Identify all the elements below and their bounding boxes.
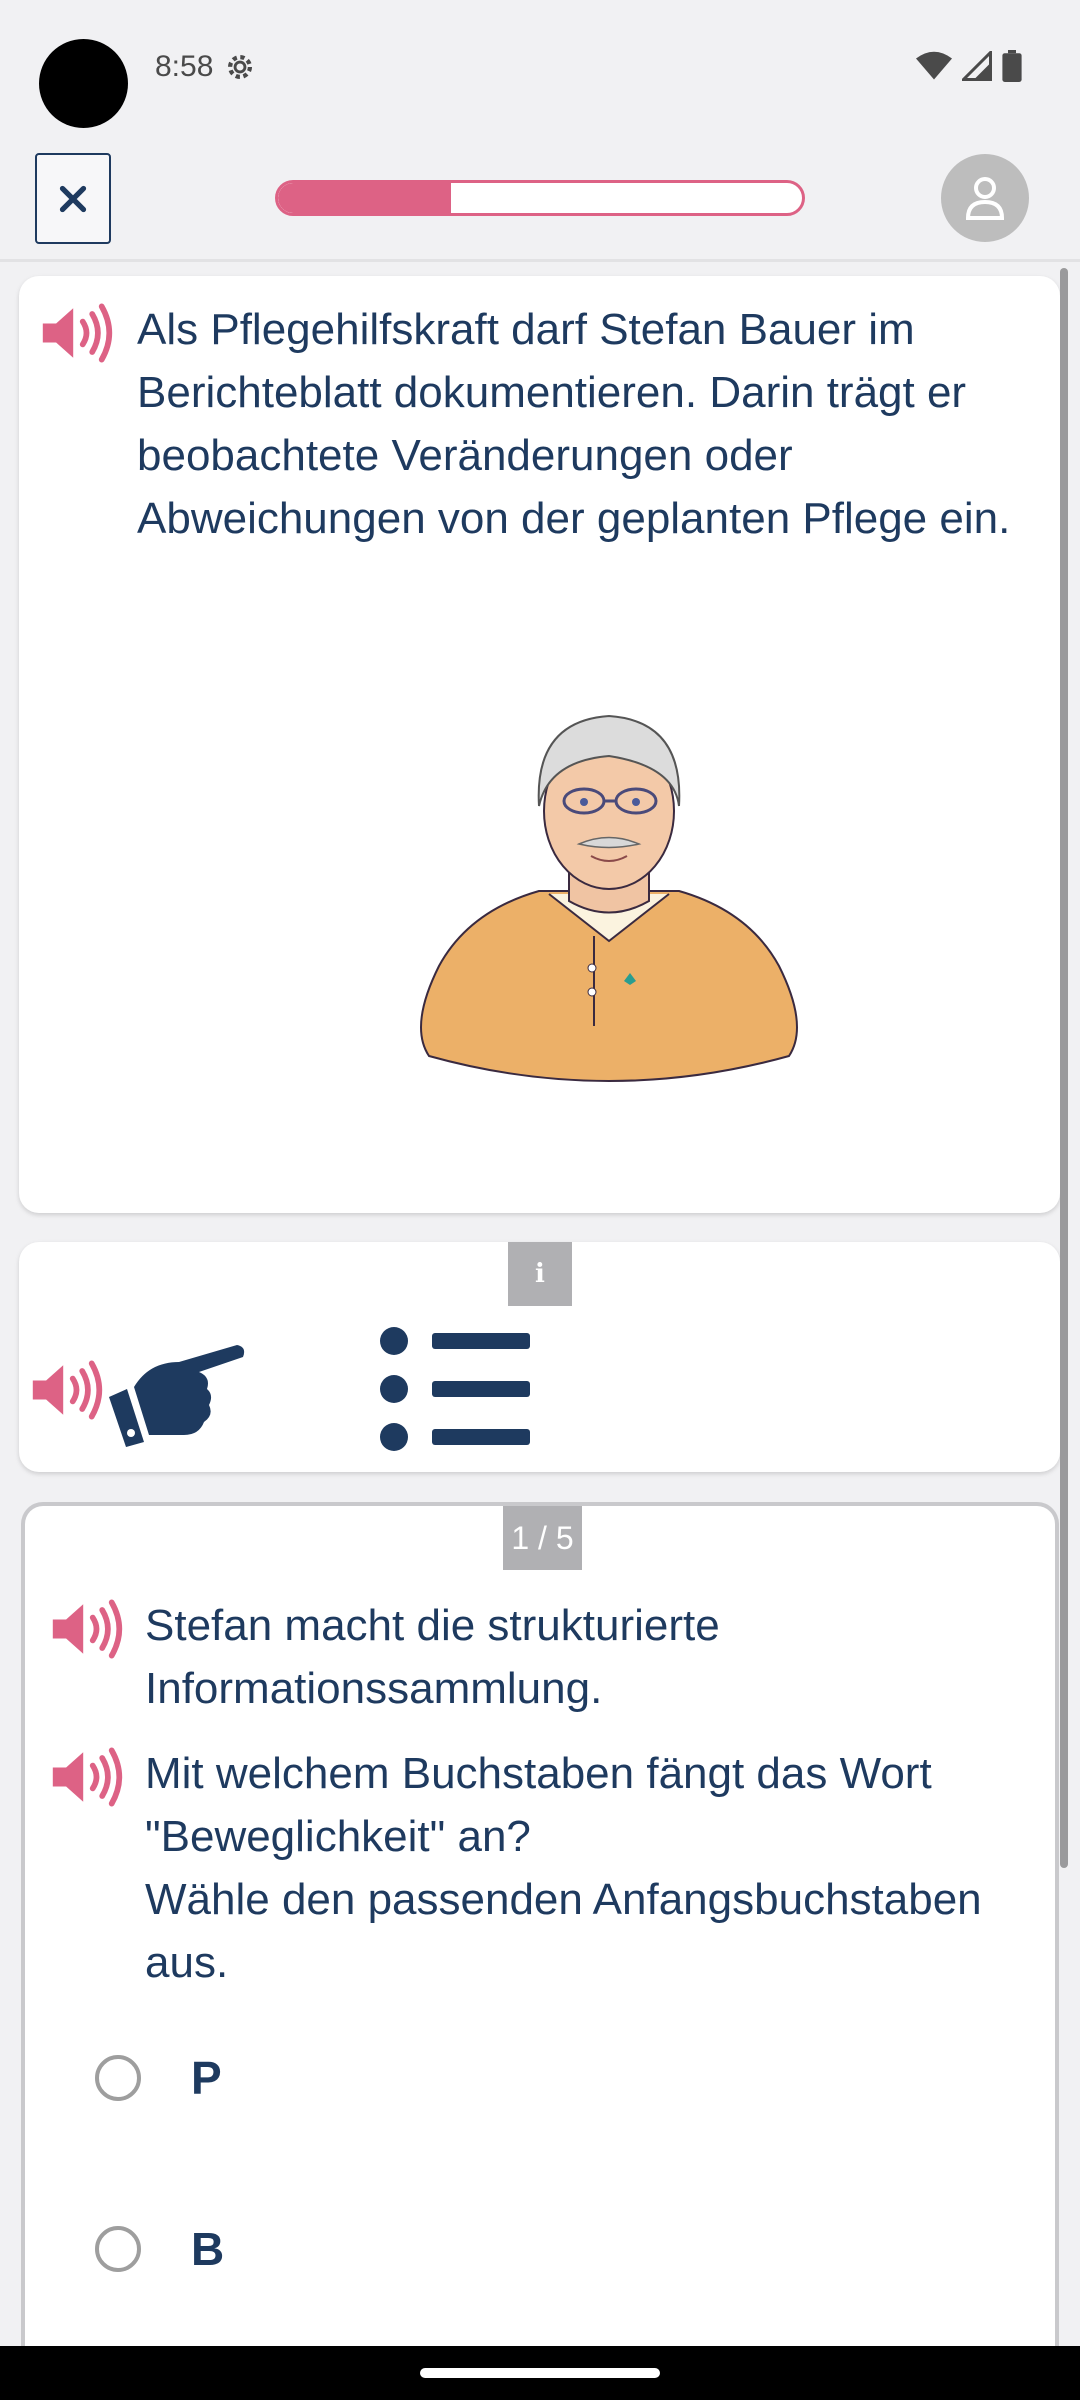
camera-cutout (39, 39, 128, 128)
top-bar (0, 130, 1080, 262)
user-icon (965, 177, 1005, 220)
question-card: 1 / 5 Stefan macht die strukturierte Inf… (21, 1502, 1059, 2400)
option-label: P (191, 2052, 222, 2104)
intro-card: Als Pflegehilfskraft darf Stefan Bauer i… (19, 276, 1060, 1213)
status-icons (916, 50, 1022, 82)
profile-avatar-button[interactable] (941, 154, 1029, 242)
close-icon (59, 185, 87, 212)
answer-option[interactable]: B (95, 2209, 995, 2289)
radio-button[interactable] (95, 2226, 141, 2272)
pointing-hand-icon[interactable] (99, 1327, 249, 1447)
question-prompt: Mit welchem Buchstaben fängt das Wort "B… (145, 1749, 982, 1987)
battery-icon (1002, 50, 1022, 82)
answer-option[interactable]: P (95, 2038, 995, 2118)
option-label: B (191, 2223, 225, 2275)
radio-button[interactable] (95, 2055, 141, 2101)
status-bar: 8:58 (0, 0, 1080, 130)
info-button[interactable]: i (508, 1242, 572, 1306)
progress-fill (278, 183, 451, 213)
home-handle[interactable] (420, 2368, 660, 2378)
intro-text: Als Pflegehilfskraft darf Stefan Bauer i… (137, 305, 1011, 543)
wifi-icon (916, 51, 952, 80)
scrollbar[interactable] (1060, 268, 1068, 1868)
question-counter: 1 / 5 (503, 1506, 582, 1570)
progress-bar (275, 180, 805, 216)
speaker-icon[interactable] (29, 1359, 105, 1421)
question-context: Stefan macht die strukturierte Informati… (145, 1601, 720, 1713)
speaker-icon[interactable] (49, 1746, 125, 1808)
speaker-icon[interactable] (49, 1598, 125, 1660)
settings-gear-icon (227, 54, 253, 80)
elderly-man-illustration (420, 714, 798, 1083)
cell-signal-icon (962, 51, 992, 81)
close-button[interactable] (35, 153, 111, 244)
speaker-icon[interactable] (39, 302, 115, 364)
status-time: 8:58 (155, 50, 214, 83)
list-icon[interactable] (380, 1327, 535, 1452)
tools-card: i (19, 1242, 1060, 1472)
